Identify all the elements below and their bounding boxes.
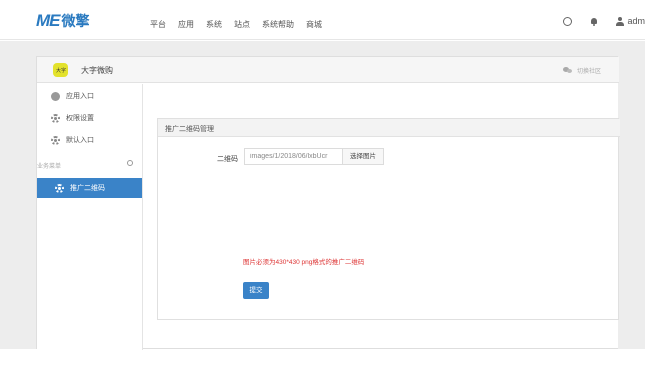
nav-item-site[interactable]: 站点 (234, 19, 250, 30)
brand-name: 微擎 (61, 14, 90, 30)
sidebar-item-label: 应用入口 (66, 93, 94, 100)
qrcode-label: 二维码 (217, 156, 238, 163)
card-title: 推广二维码管理 (165, 126, 214, 133)
app-header: 大字 大字微购 切换社区 (37, 57, 619, 83)
qrcode-requirement-text: 图片必须为430*430 png格式的推广二维码 (243, 259, 365, 266)
qrcode-path-input[interactable] (244, 148, 343, 165)
card-header: 推广二维码管理 (158, 119, 620, 137)
app-panel: 大字 大字微购 切换社区 应用入口 权限设置 默认入口 业务菜单 推广二维码 推… (36, 56, 620, 350)
header-actions: adm (563, 16, 645, 26)
gear-icon (55, 183, 64, 193)
brand-mark: ME (36, 11, 60, 30)
switch-community-label: 切换社区 (576, 69, 601, 75)
nav-item-store[interactable]: 商城 (306, 19, 322, 30)
gear-icon (51, 113, 60, 123)
qrcode-form-card: 推广二维码管理 二维码 选择图片 图片必须为430*430 png格式的推广二维… (157, 118, 620, 320)
sidebar-item-label: 默认入口 (66, 137, 94, 144)
top-bar: ME 微擎 平台 应用 系统 站点 系统帮助 商城 adm (0, 0, 645, 40)
nav-item-system[interactable]: 系统 (206, 19, 222, 30)
submit-button[interactable]: 提交 (243, 282, 269, 299)
circle-icon[interactable] (563, 16, 573, 26)
brand-logo[interactable]: ME 微擎 (36, 11, 90, 30)
sidebar-section-label: 业务菜单 (37, 164, 62, 170)
user-icon[interactable] (616, 16, 625, 26)
sidebar-item-permissions[interactable]: 权限设置 (51, 113, 94, 123)
bell-icon[interactable] (590, 17, 598, 26)
switch-community-link[interactable]: 切换社区 (562, 66, 601, 75)
sidebar-item-app-entry[interactable]: 应用入口 (51, 91, 94, 101)
nav-item-platform[interactable]: 平台 (150, 19, 166, 30)
circle-icon (51, 91, 60, 101)
chat-icon (562, 67, 573, 74)
main-nav: 平台 应用 系统 站点 系统帮助 商城 (150, 19, 334, 30)
app-avatar-text: 大字 (56, 68, 67, 74)
gear-icon (51, 135, 60, 145)
nav-item-help[interactable]: 系统帮助 (262, 19, 294, 30)
nav-item-apps[interactable]: 应用 (178, 19, 194, 30)
sidebar: 应用入口 权限设置 默认入口 业务菜单 推广二维码 (37, 84, 143, 350)
sidebar-item-label: 权限设置 (66, 115, 94, 122)
app-avatar: 大字 (53, 63, 68, 77)
settings-icon[interactable] (127, 160, 133, 166)
sidebar-item-label: 推广二维码 (70, 185, 105, 192)
sidebar-item-promo-qrcode[interactable]: 推广二维码 (37, 178, 142, 198)
user-name[interactable]: adm (627, 16, 645, 26)
sidebar-item-default-entry[interactable]: 默认入口 (51, 135, 94, 145)
sidebar-section-business: 业务菜单 (37, 158, 142, 172)
app-name: 大字微购 (81, 66, 113, 75)
choose-image-button[interactable]: 选择图片 (342, 148, 384, 165)
